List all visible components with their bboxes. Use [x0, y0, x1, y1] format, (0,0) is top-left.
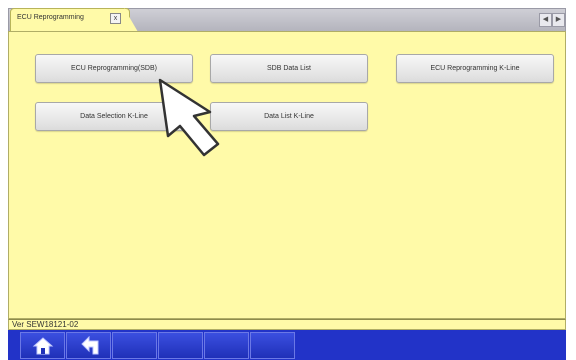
tab-edge	[124, 8, 138, 32]
toolbar-button-4[interactable]	[158, 332, 203, 359]
function-panel: ECU Reprogramming(SDB) SDB Data List ECU…	[8, 31, 566, 319]
toolbar-button-6[interactable]	[250, 332, 295, 359]
tab-label: ECU Reprogramming	[17, 14, 84, 21]
return-icon	[80, 335, 98, 354]
toolbar-button-3[interactable]	[112, 332, 157, 359]
return-button[interactable]	[66, 332, 111, 359]
scroll-right-button[interactable]: ▶	[552, 13, 565, 27]
home-button[interactable]	[20, 332, 65, 359]
close-tab-icon[interactable]: x	[110, 13, 121, 24]
scroll-left-button[interactable]: ◀	[539, 13, 552, 27]
ecu-reprogramming-kline-button[interactable]: ECU Reprogramming K-Line	[396, 54, 554, 83]
home-icon	[32, 336, 53, 354]
data-list-kline-button[interactable]: Data List K-Line	[210, 102, 368, 131]
app-window: ECU Reprogramming x ◀ ▶ ECU Reprogrammin…	[0, 0, 576, 360]
version-label: Ver SEW18121-02	[12, 320, 79, 329]
pointer-arrow-icon	[158, 78, 220, 157]
sdb-data-list-button[interactable]: SDB Data List	[210, 54, 368, 83]
version-bar	[8, 319, 566, 330]
toolbar-button-5[interactable]	[204, 332, 249, 359]
